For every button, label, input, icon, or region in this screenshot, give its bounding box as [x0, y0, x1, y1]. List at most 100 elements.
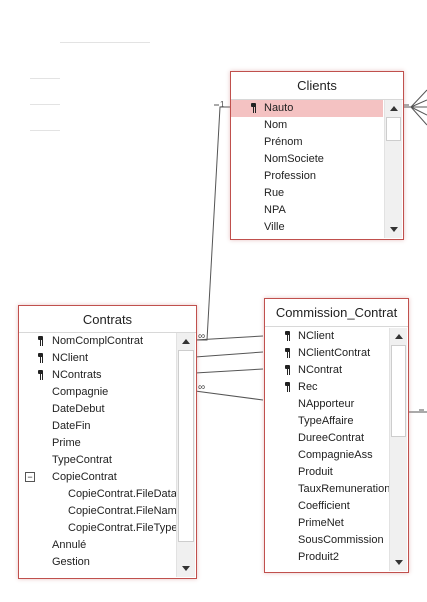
field-label: SousCommission	[298, 534, 384, 546]
relation-many-label: ∞	[198, 382, 206, 393]
field-gestion[interactable]: Gestion	[19, 554, 176, 571]
scroll-thumb[interactable]	[178, 350, 194, 542]
primary-key-icon	[251, 103, 256, 113]
field-label: TypeContrat	[52, 454, 112, 466]
field-label: TypeAffaire	[298, 415, 354, 427]
clients-field-list: Nauto Nom Prénom NomSociete Profession R…	[231, 100, 383, 238]
field-annule[interactable]: Annulé	[19, 537, 176, 554]
field-label: Prénom	[264, 136, 303, 148]
field-nauto[interactable]: Nauto	[231, 100, 383, 117]
scroll-down-arrow-icon[interactable]	[177, 560, 195, 577]
clients-table[interactable]: Clients Nauto Nom Prénom NomSociete Prof…	[230, 71, 404, 240]
clients-table-title[interactable]: Clients	[231, 72, 403, 100]
field-typecontrat[interactable]: TypeContrat	[19, 452, 176, 469]
field-copiecontrat-filedata[interactable]: CopieContrat.FileData	[19, 486, 176, 503]
field-label: NApporteur	[298, 398, 355, 410]
field-ville[interactable]: Ville	[231, 219, 383, 236]
field-ncontrats[interactable]: NContrats	[19, 367, 176, 384]
field-copiecontrat[interactable]: − CopieContrat	[19, 469, 176, 486]
field-label: NClientContrat	[298, 347, 371, 359]
field-rue[interactable]: Rue	[231, 185, 383, 202]
field-label: Ville	[264, 221, 285, 233]
field-napporteur[interactable]: NApporteur	[265, 396, 389, 413]
scroll-thumb[interactable]	[386, 117, 401, 141]
field-nclient[interactable]: NClient	[265, 328, 389, 345]
scroll-up-arrow-icon[interactable]	[177, 333, 195, 350]
commission-contrat-table[interactable]: Commission_Contrat NClient NClientContra…	[264, 298, 409, 573]
field-label: DateDebut	[52, 403, 105, 415]
field-label: Gestion	[52, 556, 90, 568]
primary-key-icon	[285, 382, 290, 392]
contrats-scrollbar[interactable]	[176, 333, 195, 577]
ghost-line	[30, 78, 60, 79]
field-copiecontrat-filetype[interactable]: CopieContrat.FileType	[19, 520, 176, 537]
field-label: Produit2	[298, 551, 339, 563]
field-nomsociete[interactable]: NomSociete	[231, 151, 383, 168]
field-typeaffaire[interactable]: TypeAffaire	[265, 413, 389, 430]
field-copiecontrat-filename[interactable]: CopieContrat.FileName	[19, 503, 176, 520]
field-nclient[interactable]: NClient	[19, 350, 176, 367]
field-label: Prime	[52, 437, 81, 449]
field-nclientcontrat[interactable]: NClientContrat	[265, 345, 389, 362]
primary-key-icon	[285, 348, 290, 358]
contrats-table-title[interactable]: Contrats	[19, 306, 196, 333]
commission-field-list: NClient NClientContrat NContrat Rec NApp…	[265, 328, 389, 571]
commission-scrollbar[interactable]	[389, 328, 407, 571]
field-produit2[interactable]: Produit2	[265, 549, 389, 566]
scroll-up-arrow-icon[interactable]	[390, 328, 407, 345]
primary-key-icon	[38, 353, 43, 363]
field-label: CopieContrat	[52, 471, 117, 483]
field-label: Profession	[264, 170, 316, 182]
field-label: DateFin	[52, 420, 91, 432]
field-label: NContrats	[52, 369, 102, 381]
scroll-up-arrow-icon[interactable]	[385, 100, 402, 117]
contrats-table[interactable]: Contrats NomComplContrat NClient NContra…	[18, 305, 197, 579]
field-label: NPA	[264, 204, 286, 216]
field-primenet[interactable]: PrimeNet	[265, 515, 389, 532]
primary-key-icon	[38, 370, 43, 380]
field-nomcomplcontrat[interactable]: NomComplContrat	[19, 333, 176, 350]
field-coefficient[interactable]: Coefficient	[265, 498, 389, 515]
field-datefin[interactable]: DateFin	[19, 418, 176, 435]
field-label: CopieContrat.FileName	[68, 505, 176, 517]
ghost-line	[30, 130, 60, 131]
field-label: NomSociete	[264, 153, 324, 165]
field-rec[interactable]: Rec	[265, 379, 389, 396]
collapse-icon[interactable]: −	[25, 472, 35, 482]
field-datedebut[interactable]: DateDebut	[19, 401, 176, 418]
field-label: CopieContrat.FileType	[68, 522, 176, 534]
field-label: NClient	[298, 330, 335, 342]
field-compagnieass[interactable]: CompagnieAss	[265, 447, 389, 464]
field-produit[interactable]: Produit	[265, 464, 389, 481]
relation-many-label: ∞	[198, 331, 206, 342]
field-label: NContrat	[298, 364, 343, 376]
relation-one-label: 1	[220, 100, 225, 109]
scroll-thumb[interactable]	[391, 345, 406, 437]
field-tauxremuneration[interactable]: TauxRemuneration	[265, 481, 389, 498]
field-label: NClient	[52, 352, 89, 364]
scroll-down-arrow-icon[interactable]	[385, 221, 402, 238]
field-nom[interactable]: Nom	[231, 117, 383, 134]
field-profession[interactable]: Profession	[231, 168, 383, 185]
primary-key-icon	[285, 365, 290, 375]
primary-key-icon	[285, 331, 290, 341]
field-prime[interactable]: Prime	[19, 435, 176, 452]
field-label: TauxRemuneration	[298, 483, 389, 495]
field-dureecontrat[interactable]: DureeContrat	[265, 430, 389, 447]
field-label: DureeContrat	[298, 432, 365, 444]
field-label: PrimeNet	[298, 517, 344, 529]
scroll-down-arrow-icon[interactable]	[390, 554, 407, 571]
field-label: Nauto	[264, 102, 294, 114]
ghost-line	[30, 104, 60, 105]
field-ncontrat[interactable]: NContrat	[265, 362, 389, 379]
field-prenom[interactable]: Prénom	[231, 134, 383, 151]
clients-scrollbar[interactable]	[384, 100, 402, 238]
contrats-field-list: NomComplContrat NClient NContrats Compag…	[19, 333, 176, 577]
field-compagnie[interactable]: Compagnie	[19, 384, 176, 401]
field-label: NomComplContrat	[52, 335, 144, 347]
field-npa[interactable]: NPA	[231, 202, 383, 219]
commission-contrat-table-title[interactable]: Commission_Contrat	[265, 299, 408, 327]
field-label: Coefficient	[298, 500, 350, 512]
field-souscommission[interactable]: SousCommission	[265, 532, 389, 549]
primary-key-icon	[38, 336, 43, 346]
